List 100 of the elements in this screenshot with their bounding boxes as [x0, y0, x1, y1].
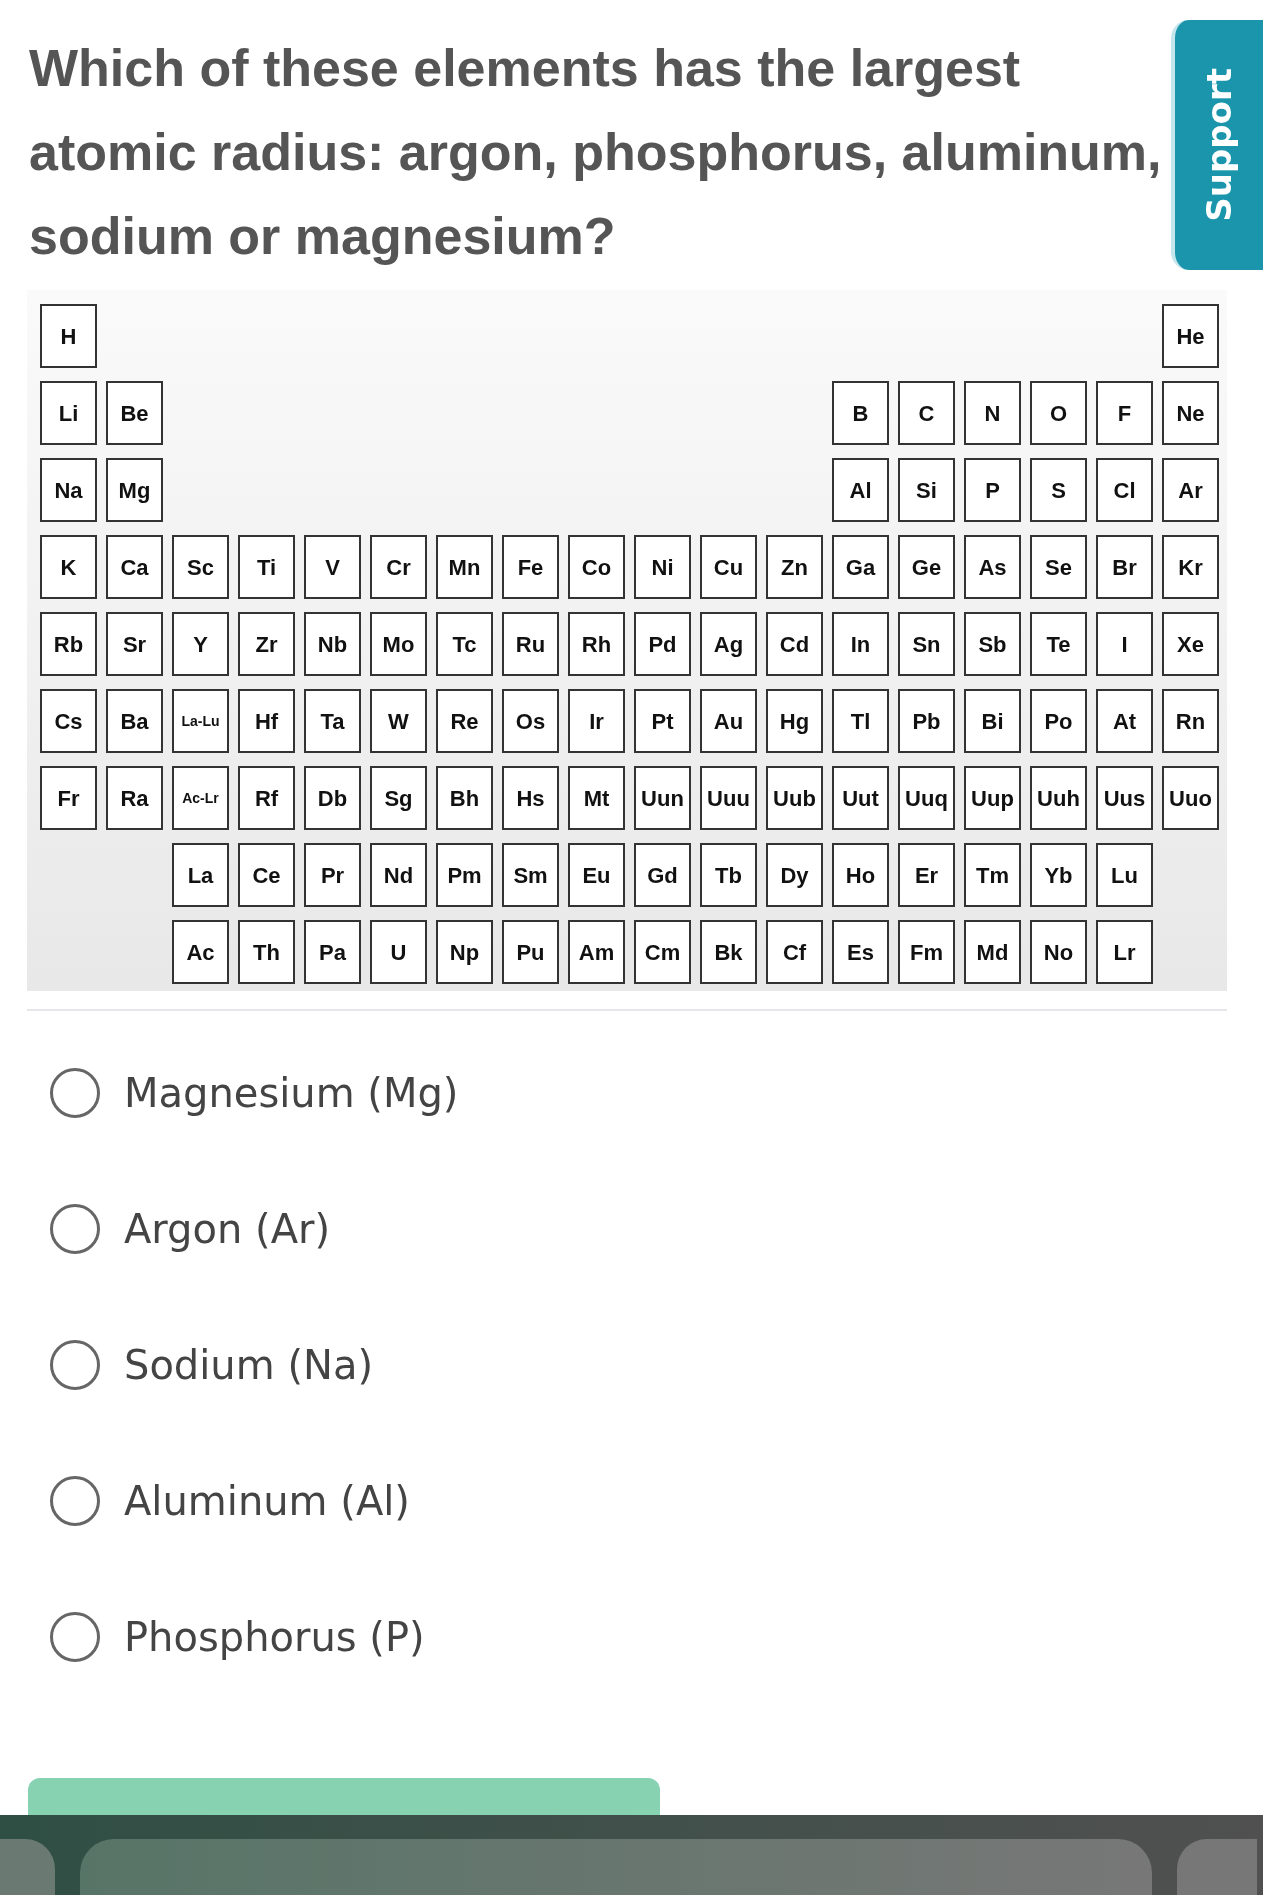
- element-tile: Es: [832, 920, 889, 984]
- element-tile: Dy: [766, 843, 823, 907]
- element-tile: Am: [568, 920, 625, 984]
- element-tile: Md: [964, 920, 1021, 984]
- element-tile: Mg: [106, 458, 163, 522]
- option-label: Argon (Ar): [124, 1205, 331, 1254]
- element-tile: Gd: [634, 843, 691, 907]
- question-text: Which of these elements has the largest atomic radius: argon, phosphorus, aluminum, sodium or magnesium?: [29, 38, 1163, 267]
- element-tile: Ba: [106, 689, 163, 753]
- element-tile: Pu: [502, 920, 559, 984]
- element-tile: Ta: [304, 689, 361, 753]
- element-tile: La-Lu: [172, 689, 229, 753]
- element-tile: Cf: [766, 920, 823, 984]
- element-tile: Hs: [502, 766, 559, 830]
- element-tile: Hf: [238, 689, 295, 753]
- element-tile: I: [1096, 612, 1153, 676]
- element-tile: Mo: [370, 612, 427, 676]
- element-tile: Y: [172, 612, 229, 676]
- element-tile: Br: [1096, 535, 1153, 599]
- element-tile: Ce: [238, 843, 295, 907]
- element-tile: At: [1096, 689, 1153, 753]
- radio-button[interactable]: [50, 1340, 100, 1390]
- element-tile: Uub: [766, 766, 823, 830]
- element-tile: Bh: [436, 766, 493, 830]
- element-tile: K: [40, 535, 97, 599]
- support-tab[interactable]: Support: [1171, 20, 1263, 270]
- element-tile: Re: [436, 689, 493, 753]
- element-tile: Uun: [634, 766, 691, 830]
- element-tile: Se: [1030, 535, 1087, 599]
- element-tile: Po: [1030, 689, 1087, 753]
- element-tile: Ag: [700, 612, 757, 676]
- element-tile: Sm: [502, 843, 559, 907]
- element-tile: Ti: [238, 535, 295, 599]
- element-tile: Rf: [238, 766, 295, 830]
- element-tile: Uuq: [898, 766, 955, 830]
- element-tile: Uuh: [1030, 766, 1087, 830]
- option-label: Magnesium (Mg): [124, 1069, 459, 1118]
- element-tile: Na: [40, 458, 97, 522]
- element-tile: Fe: [502, 535, 559, 599]
- element-tile: Ac: [172, 920, 229, 984]
- element-tile: In: [832, 612, 889, 676]
- radio-button[interactable]: [50, 1476, 100, 1526]
- element-tile: C: [898, 381, 955, 445]
- element-tile: Tl: [832, 689, 889, 753]
- element-tile: Er: [898, 843, 955, 907]
- element-tile: Al: [832, 458, 889, 522]
- radio-button[interactable]: [50, 1612, 100, 1662]
- element-tile: U: [370, 920, 427, 984]
- element-tile: Eu: [568, 843, 625, 907]
- element-tile: Cm: [634, 920, 691, 984]
- element-tile: Uut: [832, 766, 889, 830]
- option-label: Aluminum (Al): [124, 1477, 410, 1526]
- element-tile: V: [304, 535, 361, 599]
- element-tile: Np: [436, 920, 493, 984]
- element-tile: Ir: [568, 689, 625, 753]
- option-label: Sodium (Na): [124, 1341, 374, 1390]
- element-tile: Xe: [1162, 612, 1219, 676]
- radio-button[interactable]: [50, 1204, 100, 1254]
- element-tile: Os: [502, 689, 559, 753]
- element-tile: Pa: [304, 920, 361, 984]
- element-tile: Ho: [832, 843, 889, 907]
- element-tile: Te: [1030, 612, 1087, 676]
- element-tile: Bi: [964, 689, 1021, 753]
- element-tile: F: [1096, 381, 1153, 445]
- element-tile: Rn: [1162, 689, 1219, 753]
- element-tile: Ra: [106, 766, 163, 830]
- element-tile: Ni: [634, 535, 691, 599]
- element-tile: Sb: [964, 612, 1021, 676]
- element-tile: Uus: [1096, 766, 1153, 830]
- element-tile: Db: [304, 766, 361, 830]
- element-tile: Mn: [436, 535, 493, 599]
- element-tile: Ru: [502, 612, 559, 676]
- element-tile: Bk: [700, 920, 757, 984]
- radio-button[interactable]: [50, 1068, 100, 1118]
- element-tile: Uuu: [700, 766, 757, 830]
- element-tile: Tb: [700, 843, 757, 907]
- element-tile: P: [964, 458, 1021, 522]
- element-tile: Ne: [1162, 381, 1219, 445]
- element-tile: He: [1162, 304, 1219, 368]
- element-tile: Sr: [106, 612, 163, 676]
- element-tile: Ca: [106, 535, 163, 599]
- element-tile: Pr: [304, 843, 361, 907]
- element-tile: Zr: [238, 612, 295, 676]
- element-tile: Tc: [436, 612, 493, 676]
- element-tile: Cr: [370, 535, 427, 599]
- element-tile: Sn: [898, 612, 955, 676]
- element-tile: Ge: [898, 535, 955, 599]
- element-tile: H: [40, 304, 97, 368]
- element-tile: S: [1030, 458, 1087, 522]
- element-tile: W: [370, 689, 427, 753]
- element-tile: Uuo: [1162, 766, 1219, 830]
- element-tile: Kr: [1162, 535, 1219, 599]
- element-tile: Ac-Lr: [172, 766, 229, 830]
- element-tile: Fm: [898, 920, 955, 984]
- element-tile: Lr: [1096, 920, 1153, 984]
- element-tile: Sg: [370, 766, 427, 830]
- element-tile: Uup: [964, 766, 1021, 830]
- element-tile: La: [172, 843, 229, 907]
- option-label: Phosphorus (P): [124, 1613, 425, 1662]
- element-tile: Fr: [40, 766, 97, 830]
